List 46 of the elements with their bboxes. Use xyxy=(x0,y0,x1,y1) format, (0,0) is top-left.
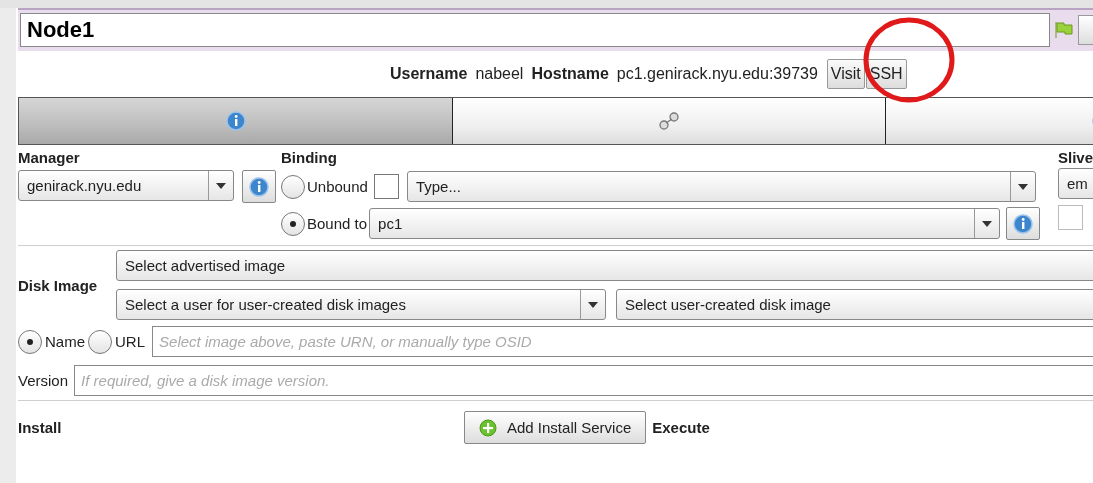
unbound-label: Unbound xyxy=(307,178,368,195)
radio-button[interactable] xyxy=(88,329,112,354)
flag-icon[interactable] xyxy=(1054,21,1074,39)
caret-icon xyxy=(1017,183,1028,190)
visit-button[interactable]: Visit xyxy=(826,59,865,89)
username-value: nabeel xyxy=(475,65,524,83)
checkbox[interactable] xyxy=(373,174,399,199)
caret-icon xyxy=(588,301,598,308)
image-input-field[interactable]: Select image above, paste URN, or manually type OSID xyxy=(152,326,1093,357)
sliver-dropdown[interactable]: em xyxy=(1058,168,1093,199)
advertised-image-dropdown[interactable]: Select advertised image xyxy=(116,250,1093,281)
binding-label: Binding xyxy=(281,149,338,166)
caret-icon xyxy=(982,220,993,227)
link-icon xyxy=(658,111,680,131)
info-icon xyxy=(249,176,269,197)
info-button[interactable] xyxy=(242,170,276,203)
user-image-dropdown[interactable]: Select user-created disk image xyxy=(616,289,1093,320)
bound-to-label: Bound to xyxy=(307,215,368,232)
radio-button[interactable] xyxy=(281,211,305,236)
radio-button[interactable] xyxy=(18,329,42,354)
hostname-value: pc1.genirack.nyu.edu:39739 xyxy=(616,65,818,83)
url-option-label: URL xyxy=(115,333,146,350)
name-option-label: Name xyxy=(45,333,85,350)
slivers-label: Slive xyxy=(1058,149,1093,166)
disk-image-label: Disk Image xyxy=(18,276,99,294)
execute-label: Execute xyxy=(652,419,710,436)
add-install-service-button[interactable]: Add Install Service xyxy=(464,411,647,444)
info-button[interactable] xyxy=(1006,207,1041,240)
node-dropdown[interactable]: pc1 xyxy=(369,208,1001,239)
manager-dropdown[interactable]: genirack.nyu.edu xyxy=(18,170,234,201)
hostname-label: Hostname xyxy=(531,65,609,83)
version-input-field[interactable]: If required, give a disk image version. xyxy=(74,365,1093,396)
info-icon xyxy=(1013,213,1034,234)
install-label: Install xyxy=(18,419,63,436)
username-label: Username xyxy=(390,65,468,83)
version-label: Version xyxy=(18,372,69,389)
manager-label: Manager xyxy=(18,149,81,166)
user-dropdown[interactable]: Select a user for user-created disk images xyxy=(116,289,606,320)
checkbox[interactable] xyxy=(1058,205,1083,230)
info-icon xyxy=(225,111,246,131)
plus-icon xyxy=(479,418,497,437)
node-name-field[interactable]: Node1 xyxy=(20,13,1050,47)
caret-icon xyxy=(216,182,226,189)
type-dropdown[interactable]: Type... xyxy=(406,171,1036,202)
radio-button[interactable] xyxy=(281,174,305,199)
toolbar-button[interactable] xyxy=(1078,15,1093,45)
